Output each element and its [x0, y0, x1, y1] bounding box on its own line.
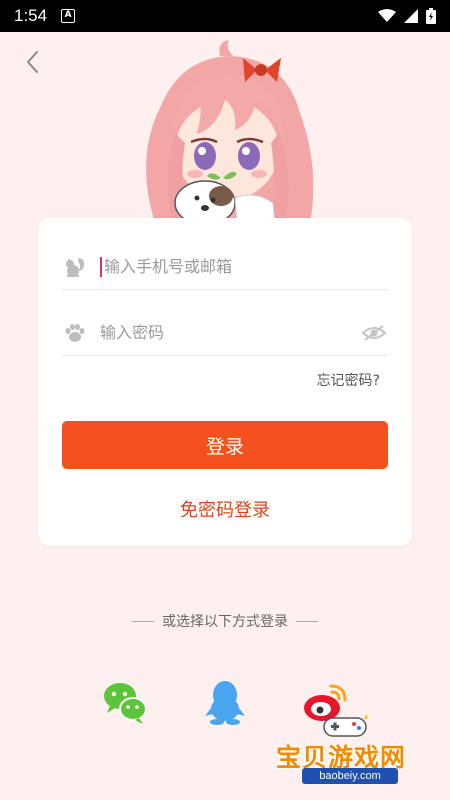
qq-icon [205, 681, 245, 725]
status-icons [378, 8, 436, 24]
eye-hidden-icon[interactable] [360, 323, 388, 343]
forgot-password-link[interactable]: 忘记密码? [317, 370, 380, 390]
phone-field[interactable] [62, 244, 388, 290]
other-login-label: 或选择以下方式登录 [162, 614, 288, 630]
password-field[interactable] [62, 310, 388, 356]
other-login-divider: 或选择以下方式登录 [0, 611, 450, 631]
login-button[interactable]: 登录 [62, 421, 388, 469]
gamepad-icon [323, 714, 368, 737]
status-time: 1:54 [14, 6, 48, 25]
chevron-left-icon [27, 51, 38, 73]
phone-email-input[interactable] [104, 257, 388, 276]
watermark-logo: 宝贝游戏网 baobeiy.com [270, 708, 430, 792]
qq-login-button[interactable] [201, 678, 249, 726]
status-a-icon: A [61, 9, 76, 23]
back-button[interactable] [18, 48, 46, 76]
mascot-illustration [146, 40, 314, 223]
signal-icon [404, 9, 418, 23]
login-card: 忘记密码? 登录 免密码登录 [38, 218, 412, 546]
wechat-login-button[interactable] [101, 678, 149, 726]
wifi-icon [378, 9, 396, 22]
watermark-url: baobeiy.com [302, 768, 398, 784]
battery-icon [426, 8, 436, 24]
squirrel-icon [62, 254, 88, 280]
wechat-icon [104, 683, 147, 724]
divider-line-right [296, 620, 318, 622]
passwordless-login-link[interactable]: 免密码登录 [38, 496, 412, 522]
status-bar: 1:54 A [0, 0, 450, 32]
paw-icon [62, 320, 88, 346]
divider-line-left [132, 620, 154, 622]
password-input[interactable] [100, 323, 360, 342]
text-caret [100, 256, 102, 277]
